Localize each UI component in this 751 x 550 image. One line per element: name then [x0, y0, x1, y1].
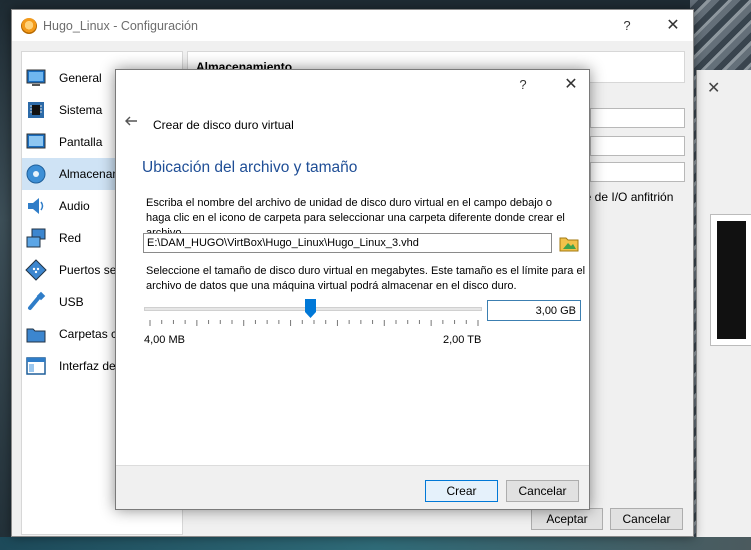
file-path-input[interactable] [143, 233, 552, 253]
sidebar-item-label: Carpetas co [59, 327, 124, 341]
title-bar: Hugo_Linux - Configuración ? ✕ [12, 10, 693, 41]
preview-thumbnail [711, 215, 751, 345]
create-button[interactable]: Crear [425, 480, 498, 502]
background-spinbox[interactable] [590, 162, 685, 182]
sidebar-item-label: Almacenam [59, 167, 123, 181]
sidebar-item-label: Sistema [59, 103, 103, 117]
size-slider-ticks [149, 320, 479, 326]
dialog-footer: Crear Cancelar [116, 465, 589, 509]
dialog-title: Crear de disco duro virtual [153, 118, 294, 132]
accept-button[interactable]: Aceptar [531, 508, 603, 530]
dialog-help-button[interactable]: ? [508, 74, 538, 96]
sidebar-item-label: Red [59, 231, 82, 245]
host-io-cache-label: he de I/O anfitrión [578, 190, 674, 204]
sidebar-item-label: Pantalla [59, 135, 103, 149]
folder-browse-icon[interactable] [558, 232, 580, 254]
page-heading: Ubicación del archivo y tamaño [142, 159, 358, 176]
sidebar-item-label: Interfaz de [59, 359, 116, 373]
help-button[interactable]: ? [612, 15, 642, 37]
dialog-cancel-button[interactable]: Cancelar [506, 480, 579, 502]
desktop-wallpaper-bottom [0, 537, 751, 550]
serial-port-icon [25, 259, 47, 281]
chip-icon [28, 102, 44, 118]
sidebar-item-label: General [59, 71, 102, 85]
window-title: Hugo_Linux - Configuración [43, 19, 198, 33]
back-arrow-icon[interactable] [123, 113, 139, 129]
close-button[interactable]: ✕ [658, 15, 688, 37]
sidebar-item-label: Audio [59, 199, 90, 213]
usb-icon [28, 291, 46, 310]
size-max-label: 2,00 TB [443, 334, 482, 346]
folder-icon [26, 328, 46, 343]
create-virtual-disk-dialog: ? ✕ Crear de disco duro virtual Ubicació… [115, 69, 590, 510]
size-description: Seleccione el tamaño de disco duro virtu… [146, 265, 586, 292]
dialog-close-button[interactable]: ✕ [556, 74, 586, 96]
background-dropdown[interactable] [590, 136, 685, 156]
size-slider-handle[interactable] [304, 299, 316, 318]
background-text-field[interactable] [590, 108, 685, 128]
virtualbox-app-icon [21, 18, 37, 34]
window-icon [26, 357, 46, 375]
disk-icon [26, 164, 46, 184]
cancel-button[interactable]: Cancelar [610, 508, 683, 530]
size-min-label: 4,00 MB [144, 334, 185, 346]
sidebar-item-label: Puertos ser [59, 263, 121, 277]
sidebar-item-label: USB [59, 295, 84, 309]
size-input[interactable] [487, 300, 581, 321]
speaker-icon [28, 198, 44, 214]
display-icon [26, 133, 46, 149]
background-window: ✕ [696, 70, 751, 537]
close-icon[interactable]: ✕ [707, 78, 720, 98]
monitor-icon [26, 69, 46, 86]
network-icon [26, 228, 46, 248]
